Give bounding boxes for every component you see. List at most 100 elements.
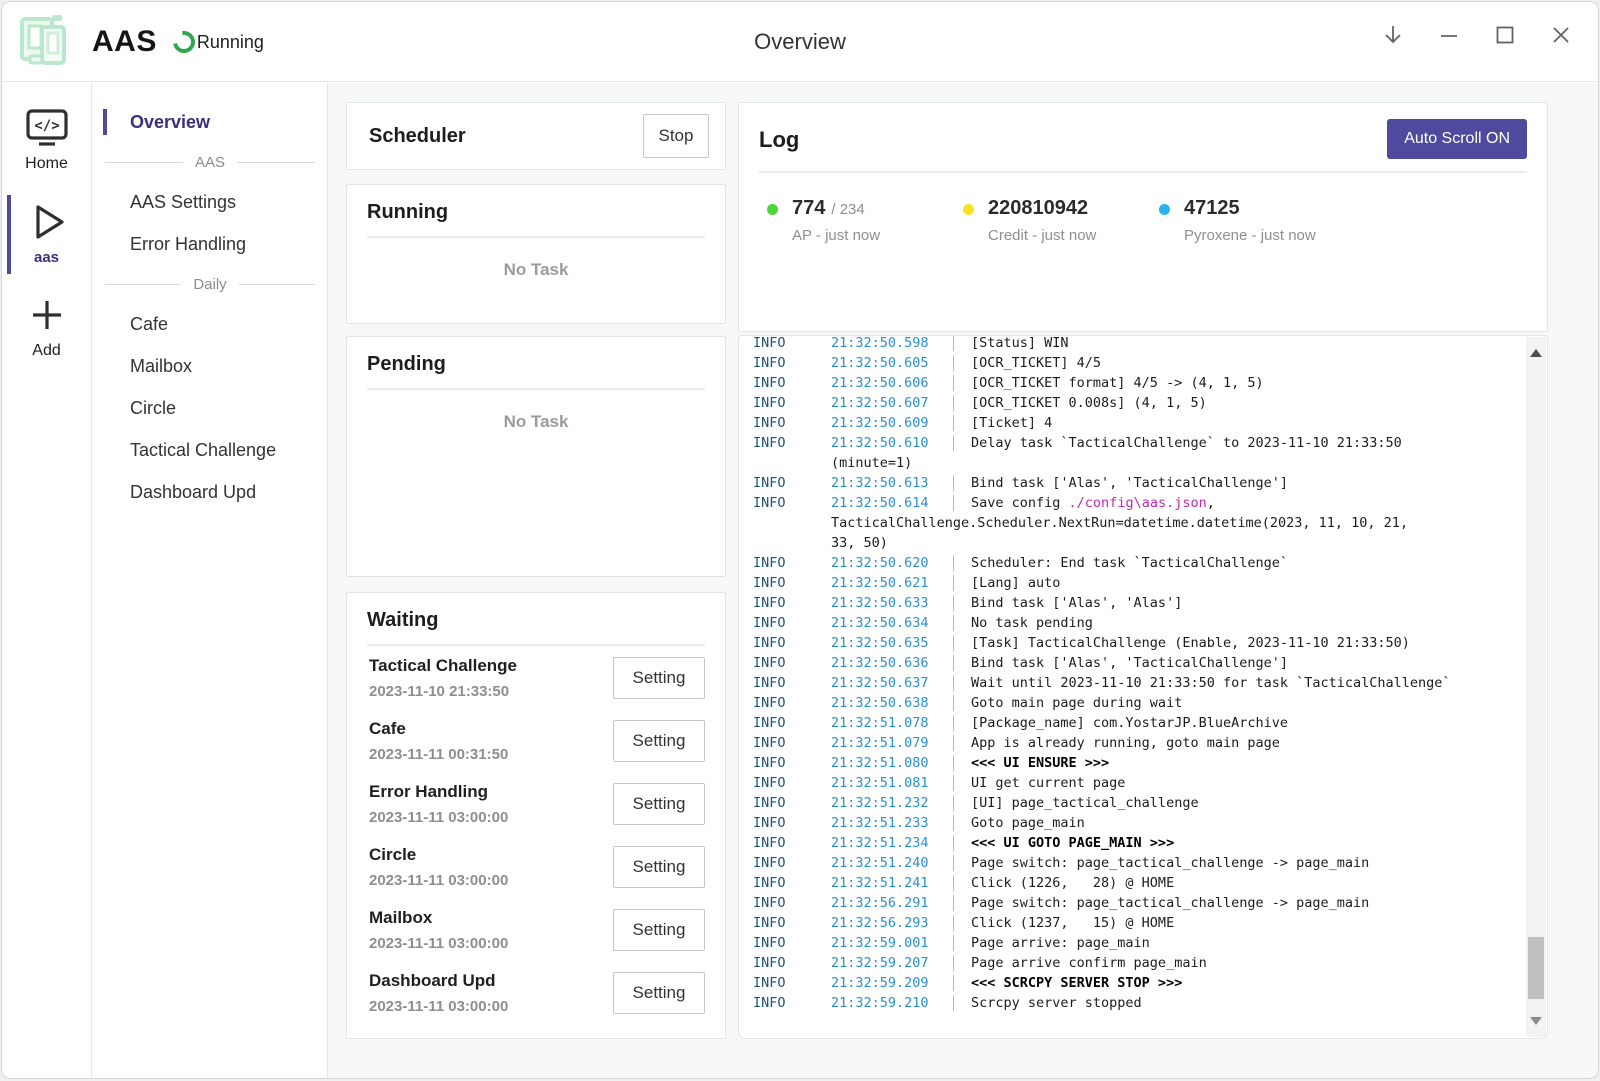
log-level: INFO bbox=[753, 733, 831, 753]
log-separator bbox=[953, 395, 954, 411]
log-line: INFO21:32:51.234<<< UI GOTO PAGE_MAIN >>… bbox=[753, 833, 1511, 853]
divider bbox=[759, 171, 1527, 173]
log-level: INFO bbox=[753, 833, 831, 853]
divider-line bbox=[105, 162, 183, 163]
log-timestamp: 21:32:50.638 bbox=[831, 693, 953, 713]
log-level: INFO bbox=[753, 493, 831, 513]
log-message: [OCR_TICKET 0.008s] (4, 1, 5) bbox=[971, 393, 1511, 413]
stat-label: Pyroxene - just now bbox=[1184, 227, 1316, 244]
task-name: Tactical Challenge bbox=[369, 656, 517, 676]
task-next-run-time: 2023-11-10 21:33:50 bbox=[369, 683, 517, 700]
waiting-card: Waiting Tactical Challenge2023-11-10 21:… bbox=[346, 592, 726, 1039]
log-line: INFO21:32:51.080<<< UI ENSURE >>> bbox=[753, 753, 1511, 773]
close-button[interactable] bbox=[1540, 14, 1582, 56]
log-level: INFO bbox=[753, 393, 831, 413]
log-timestamp: 21:32:51.232 bbox=[831, 793, 953, 813]
log-timestamp: 21:32:59.001 bbox=[831, 933, 953, 953]
update-download-button[interactable] bbox=[1372, 14, 1414, 56]
log-timestamp: 21:32:51.080 bbox=[831, 753, 953, 773]
log-line: INFO21:32:50.607[OCR_TICKET 0.008s] (4, … bbox=[753, 393, 1511, 413]
download-arrow-icon bbox=[1381, 23, 1405, 47]
dashboard-stat: 47125Pyroxene - just now bbox=[1159, 197, 1355, 244]
log-separator bbox=[953, 715, 954, 731]
sidebar-item-dashboard-upd[interactable]: Dashboard Upd bbox=[93, 471, 327, 513]
titlebar: AAS Running Overview bbox=[2, 2, 1598, 82]
task-setting-button[interactable]: Setting bbox=[613, 657, 705, 699]
log-level: INFO bbox=[753, 793, 831, 813]
log-timestamp: 21:32:56.293 bbox=[831, 913, 953, 933]
log-message: App is already running, goto main page bbox=[971, 733, 1511, 753]
active-nav-indicator bbox=[103, 109, 107, 135]
app-window: AAS Running Overview </> bbox=[1, 1, 1599, 1079]
task-name: Circle bbox=[369, 845, 508, 865]
log-timestamp: 21:32:51.233 bbox=[831, 813, 953, 833]
play-icon bbox=[26, 201, 68, 243]
log-separator bbox=[953, 375, 954, 391]
task-setting-button[interactable]: Setting bbox=[613, 783, 705, 825]
log-line: INFO21:32:51.081UI get current page bbox=[753, 773, 1511, 793]
log-timestamp: 21:32:50.598 bbox=[831, 335, 953, 353]
page-title: Overview bbox=[754, 29, 846, 55]
log-line: INFO21:32:56.291Page switch: page_tactic… bbox=[753, 893, 1511, 913]
rail-item-aas[interactable]: aas bbox=[2, 201, 91, 266]
log-separator bbox=[953, 635, 954, 651]
log-message: [Lang] auto bbox=[971, 573, 1511, 593]
waiting-task-row: Circle2023-11-11 03:00:00Setting bbox=[367, 835, 705, 898]
sidebar-item-tactical-challenge[interactable]: Tactical Challenge bbox=[93, 429, 327, 471]
task-setting-button[interactable]: Setting bbox=[613, 846, 705, 888]
log-separator bbox=[953, 335, 954, 351]
log-separator bbox=[953, 875, 954, 891]
task-name: Error Handling bbox=[369, 782, 508, 802]
log-message: <<< UI GOTO PAGE_MAIN >>> bbox=[971, 833, 1511, 853]
log-message: Goto page_main bbox=[971, 813, 1511, 833]
log-timestamp: 21:32:50.635 bbox=[831, 633, 953, 653]
log-line: INFO21:32:50.605[OCR_TICKET] 4/5 bbox=[753, 353, 1511, 373]
log-message: [Task] TacticalChallenge (Enable, 2023-1… bbox=[971, 633, 1511, 653]
task-name: Mailbox bbox=[369, 908, 508, 928]
log-panel[interactable]: INFO21:32:50.598[Status] WININFO21:32:50… bbox=[738, 335, 1548, 1039]
scheduler-stop-button[interactable]: Stop bbox=[643, 114, 709, 158]
minimize-button[interactable] bbox=[1428, 14, 1470, 56]
sidebar-item-overview[interactable]: Overview bbox=[93, 101, 327, 143]
maximize-button[interactable] bbox=[1484, 14, 1526, 56]
log-line: INFO21:32:51.232[UI] page_tactical_chall… bbox=[753, 793, 1511, 813]
task-setting-button[interactable]: Setting bbox=[613, 720, 705, 762]
dashboard-stat: 220810942Credit - just now bbox=[963, 197, 1159, 244]
log-message: [Package_name] com.YostarJP.BlueArchive bbox=[971, 713, 1511, 733]
rail-item-home[interactable]: </> Home bbox=[2, 107, 91, 173]
sidebar-item-aas-settings[interactable]: AAS Settings bbox=[93, 181, 327, 223]
scrollbar-down-arrow-icon[interactable] bbox=[1530, 1017, 1542, 1025]
log-line-continuation: 33, 50) bbox=[753, 533, 1511, 553]
log-separator bbox=[953, 555, 954, 571]
rail-item-add[interactable]: Add bbox=[2, 294, 91, 360]
task-setting-button[interactable]: Setting bbox=[613, 972, 705, 1014]
log-message: Page arrive: page_main bbox=[971, 933, 1511, 953]
task-name: Cafe bbox=[369, 719, 508, 739]
sidebar-item-cafe[interactable]: Cafe bbox=[93, 303, 327, 345]
log-level: INFO bbox=[753, 433, 831, 453]
rail-label-aas: aas bbox=[34, 249, 59, 266]
sidebar-item-error-handling[interactable]: Error Handling bbox=[93, 223, 327, 265]
auto-scroll-toggle-button[interactable]: Auto Scroll ON bbox=[1387, 119, 1527, 159]
log-line: INFO21:32:50.598[Status] WIN bbox=[753, 335, 1511, 353]
log-separator bbox=[953, 795, 954, 811]
scrollbar-up-arrow-icon[interactable] bbox=[1530, 349, 1542, 357]
log-message: <<< SCRCPY SERVER STOP >>> bbox=[971, 973, 1511, 993]
log-separator bbox=[953, 775, 954, 791]
log-line-continuation: TacticalChallenge.Scheduler.NextRun=date… bbox=[753, 513, 1511, 533]
log-message: Page switch: page_tactical_challenge -> … bbox=[971, 853, 1511, 873]
log-level: INFO bbox=[753, 693, 831, 713]
sidebar-item-circle[interactable]: Circle bbox=[93, 387, 327, 429]
log-separator bbox=[953, 755, 954, 771]
log-level: INFO bbox=[753, 713, 831, 733]
log-message: Save config ./config\aas.json, bbox=[971, 493, 1511, 513]
task-setting-button[interactable]: Setting bbox=[613, 909, 705, 951]
sidebar-item-mailbox[interactable]: Mailbox bbox=[93, 345, 327, 387]
log-timestamp: 21:32:51.241 bbox=[831, 873, 953, 893]
stat-value: 220810942 bbox=[988, 197, 1088, 220]
running-spinner-icon bbox=[169, 27, 200, 58]
log-line: INFO21:32:51.079App is already running, … bbox=[753, 733, 1511, 753]
scrollbar-thumb[interactable] bbox=[1528, 937, 1544, 999]
log-level: INFO bbox=[753, 973, 831, 993]
window-controls bbox=[1372, 14, 1582, 56]
